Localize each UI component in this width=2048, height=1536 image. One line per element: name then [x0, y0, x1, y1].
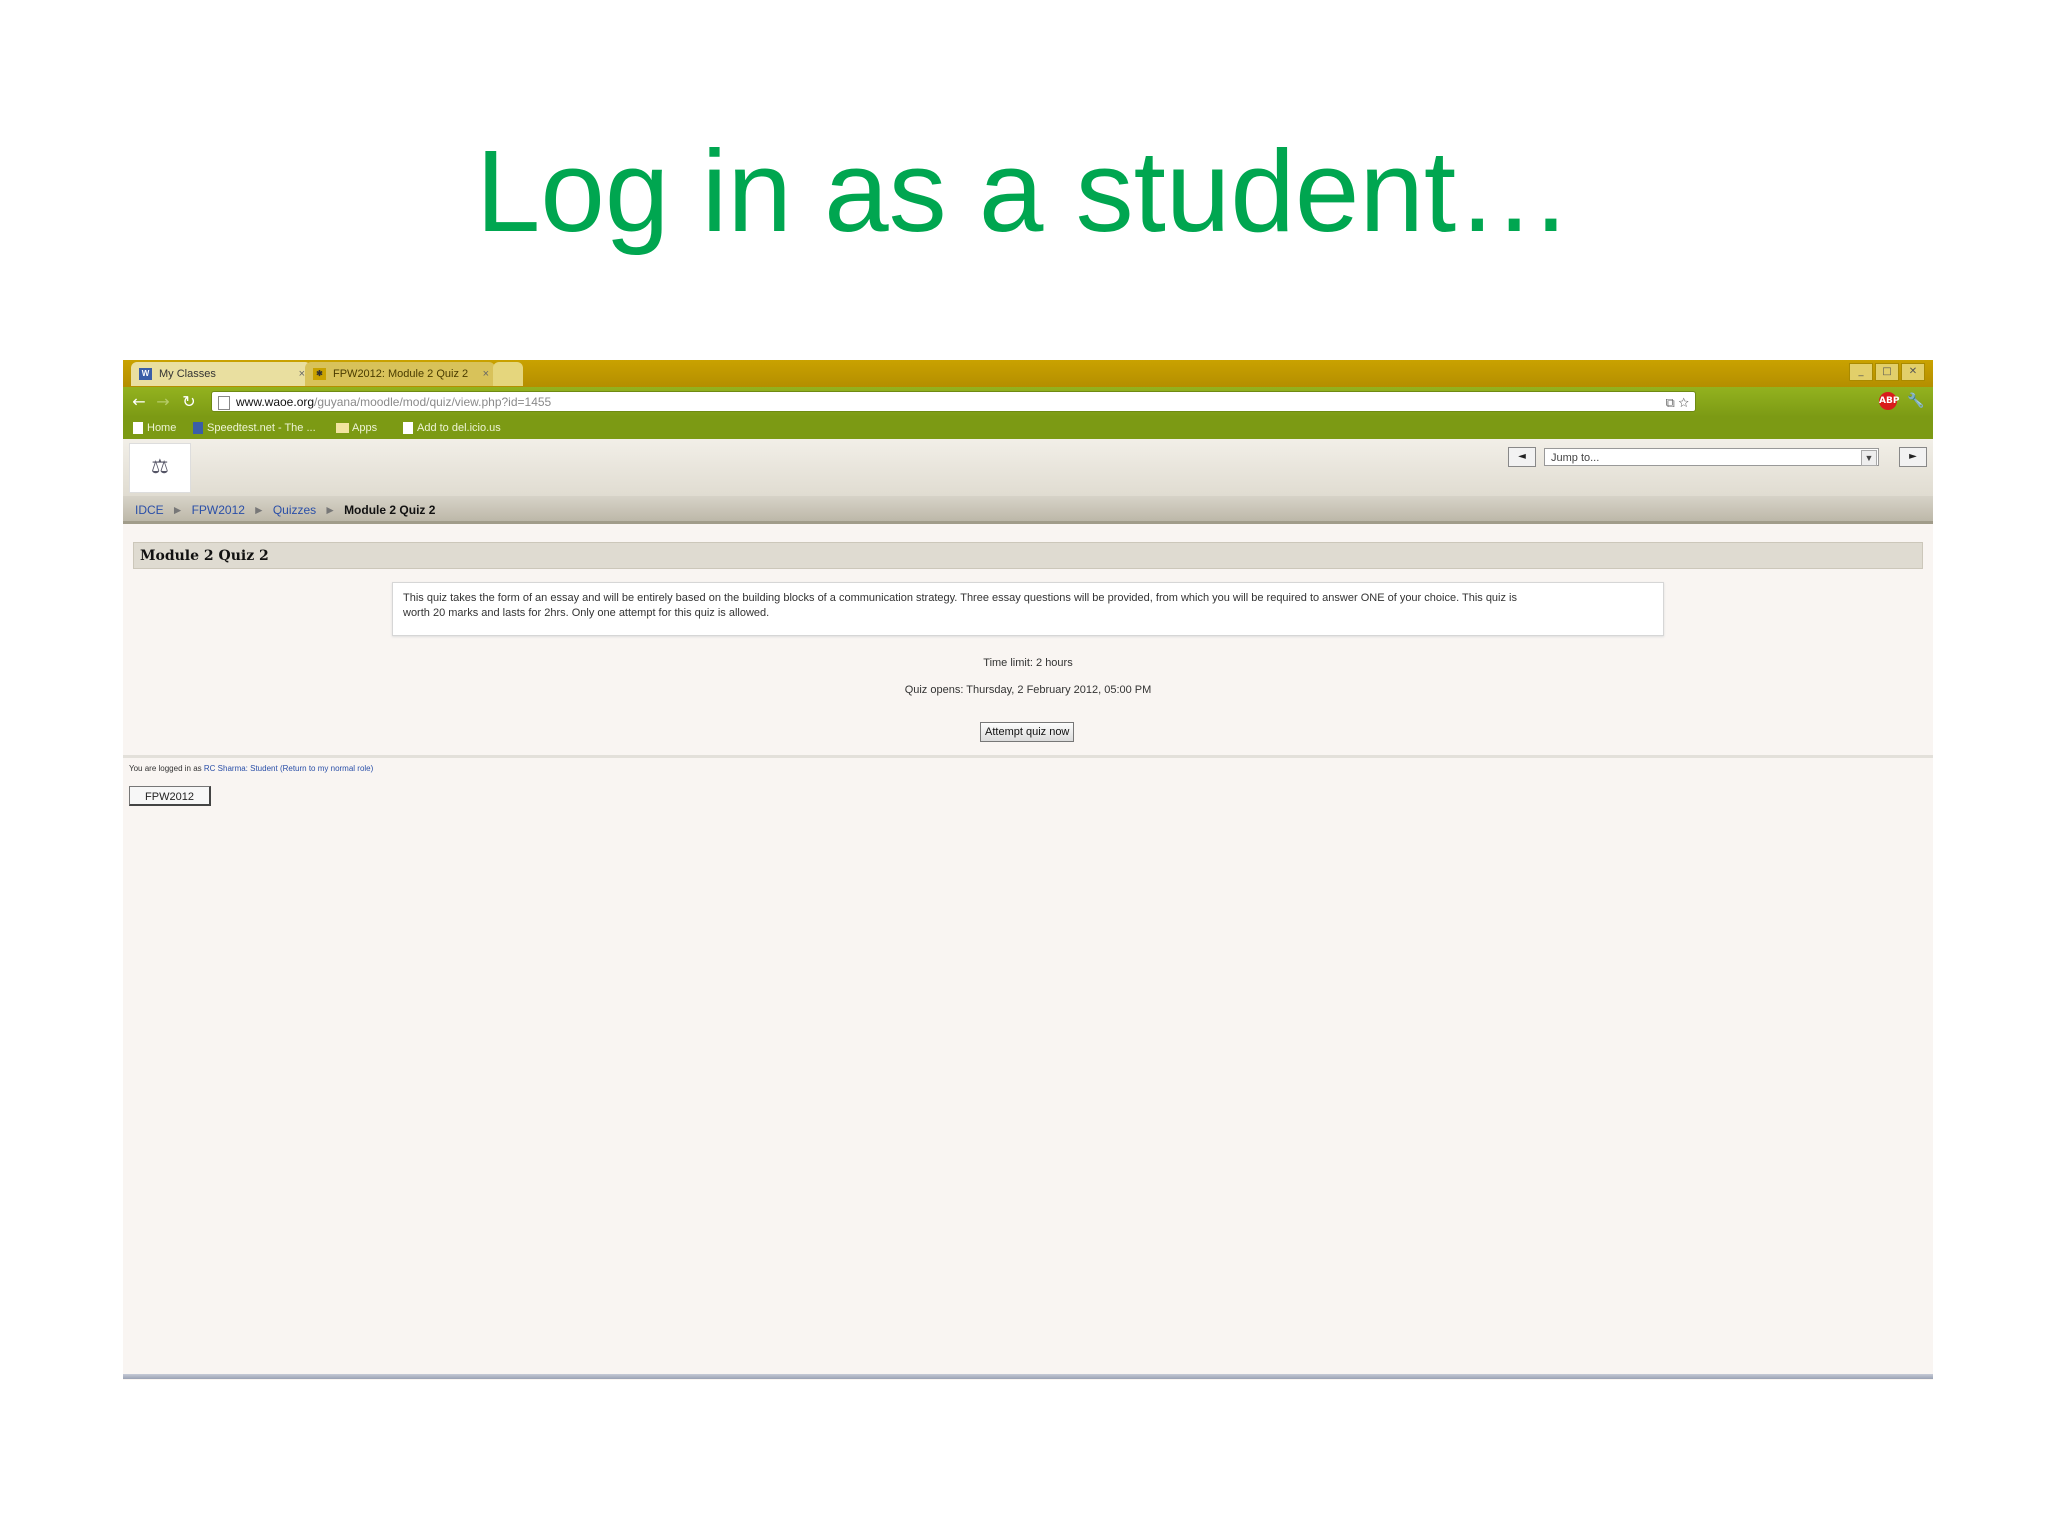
jump-to-nav: ◄ Jump to... ▼ ► [1508, 447, 1927, 467]
page-icon [403, 422, 413, 434]
bookmark-star-icon[interactable]: ⧉ ☆ [1665, 392, 1689, 413]
bookmark-speedtest[interactable]: Speedtest.net - The ... [191, 417, 316, 439]
bookmarks-bar: Home Speedtest.net - The ... Apps Add to… [123, 417, 1933, 439]
page-icon [218, 396, 230, 410]
forward-arrow-icon[interactable]: → [153, 392, 173, 412]
tab-quiz[interactable]: ✱ FPW2012: Module 2 Quiz 2 × [305, 362, 495, 386]
attempt-quiz-button[interactable]: Attempt quiz now [980, 722, 1075, 742]
url-path: /guyana/moodle/mod/quiz/view.php?id=1455 [314, 395, 552, 409]
close-icon[interactable]: × [483, 362, 489, 386]
breadcrumb-separator: ► [171, 503, 184, 517]
page-title: Module 2 Quiz 2 [133, 542, 1923, 569]
course-home-button[interactable]: FPW2012 [129, 786, 211, 806]
bookmark-apps[interactable]: Apps [336, 417, 377, 439]
minimize-icon[interactable]: _ [1849, 363, 1873, 381]
jump-to-select[interactable]: Jump to... ▼ [1544, 448, 1879, 466]
adblock-icon[interactable]: ABP [1879, 392, 1899, 410]
quiz-intro-line: This quiz takes the form of an essay and… [403, 592, 1517, 604]
next-activity-button[interactable]: ► [1899, 447, 1927, 467]
window-controls: _ □ ✕ [1849, 363, 1925, 381]
quiz-intro-line: worth 20 marks and lasts for 2hrs. Only … [403, 607, 770, 619]
site-logo[interactable]: ⚖ [129, 443, 191, 493]
user-link[interactable]: RC Sharma: Student [204, 764, 278, 773]
reload-icon[interactable]: ↻ [179, 392, 199, 412]
extension-icons: ABP 🔧 [1879, 392, 1925, 410]
login-info: You are logged in as RC Sharma: Student … [129, 764, 374, 773]
tab-my-classes[interactable]: W My Classes × [131, 362, 311, 386]
url-host: www.waoe.org [236, 395, 315, 409]
maximize-icon[interactable]: □ [1875, 363, 1899, 381]
footer-divider [123, 755, 1933, 758]
breadcrumb-separator: ► [324, 503, 337, 517]
breadcrumb-separator: ► [252, 503, 265, 517]
quiz-intro-box: This quiz takes the form of an essay and… [392, 582, 1664, 636]
breadcrumb-course[interactable]: FPW2012 [192, 503, 245, 517]
tab-label: FPW2012: Module 2 Quiz 2 [333, 368, 469, 380]
browser-screenshot: W My Classes × ✱ FPW2012: Module 2 Quiz … [123, 360, 1933, 1380]
tab-label: My Classes [159, 368, 216, 380]
breadcrumb-idce[interactable]: IDCE [135, 503, 164, 517]
back-arrow-icon[interactable]: ← [129, 392, 149, 412]
w-logo-icon: W [139, 368, 152, 380]
time-limit: Time limit: 2 hours [983, 657, 1073, 669]
address-bar[interactable]: www.waoe.org/guyana/moodle/mod/quiz/view… [211, 391, 1696, 412]
slide-title: Log in as a student… [475, 126, 1573, 256]
bookmark-home[interactable]: Home [131, 417, 176, 439]
wrench-icon[interactable]: 🔧 [1907, 392, 1925, 410]
chevron-down-icon: ▼ [1861, 450, 1877, 466]
browser-toolbar: ← → ↻ www.waoe.org/guyana/moodle/mod/qui… [123, 387, 1933, 417]
close-window-icon[interactable]: ✕ [1901, 363, 1925, 381]
quiz-opens: Quiz opens: Thursday, 2 February 2012, 0… [904, 684, 1152, 696]
speedtest-icon [193, 422, 203, 434]
breadcrumb-quizzes[interactable]: Quizzes [273, 503, 316, 517]
breadcrumb-current: Module 2 Quiz 2 [344, 503, 436, 517]
breadcrumb: IDCE ► FPW2012 ► Quizzes ► Module 2 Quiz 2 [123, 496, 1933, 524]
taskbar-edge [123, 1374, 1933, 1379]
folder-icon [336, 423, 349, 433]
site-header: ⚖ ◄ Jump to... ▼ ► [123, 439, 1933, 496]
return-role-link[interactable]: (Return to my normal role) [280, 764, 373, 773]
prev-activity-button[interactable]: ◄ [1508, 447, 1536, 467]
pin-icon: ✱ [313, 368, 326, 380]
bookmark-delicious[interactable]: Add to del.icio.us [401, 417, 501, 439]
tab-strip: W My Classes × ✱ FPW2012: Module 2 Quiz … [123, 360, 1933, 387]
page-icon [133, 422, 143, 434]
new-tab-button[interactable] [493, 362, 523, 386]
